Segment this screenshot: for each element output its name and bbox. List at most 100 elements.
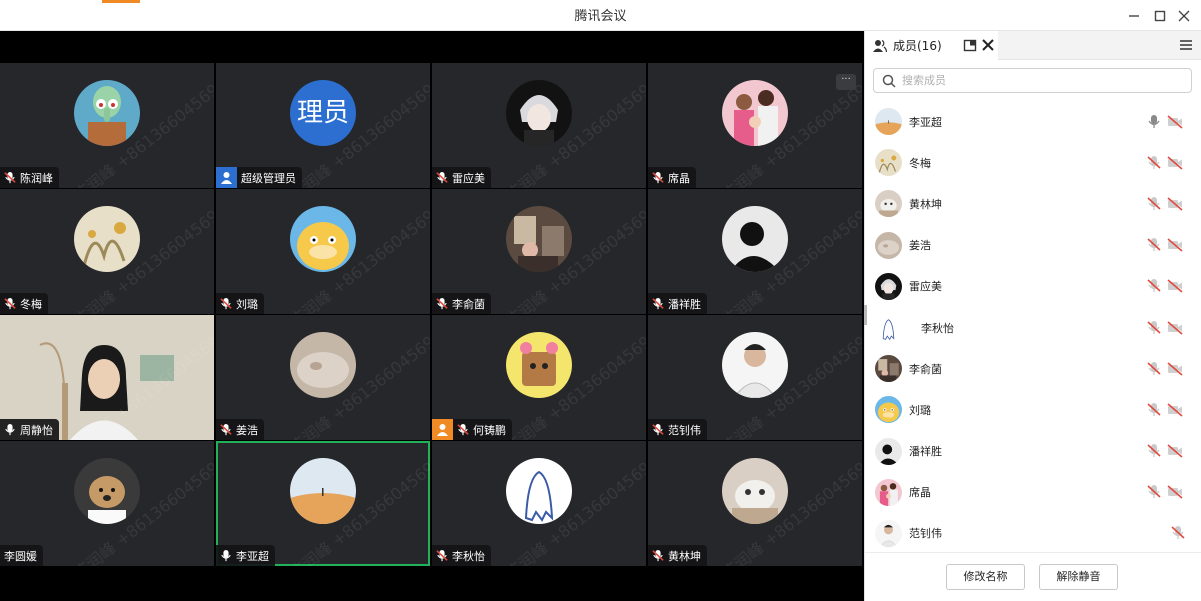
camera-off-icon[interactable]	[1167, 485, 1183, 499]
participant-name: 雷应美	[452, 171, 485, 185]
mic-muted-icon[interactable]	[1147, 484, 1161, 500]
video-tile[interactable]: 陈润峰 +8613660456973 黄林坤	[648, 441, 862, 566]
more-options-button[interactable]: ···	[836, 74, 856, 90]
avatar	[506, 332, 572, 398]
participant-name: 李亚超	[236, 549, 269, 563]
camera-off-icon[interactable]	[1167, 403, 1183, 417]
mic-muted-icon[interactable]	[1147, 402, 1161, 418]
member-name: 李俞菌	[909, 362, 942, 376]
participant-name: 冬梅	[20, 297, 42, 311]
participant-name-tag: 李俞菌	[432, 293, 491, 314]
window-title: 腾讯会议	[574, 9, 627, 24]
member-avatar	[875, 396, 902, 424]
video-tile[interactable]: 陈润峰 +8613660456973 陈润峰	[0, 63, 214, 188]
camera-off-icon[interactable]	[1167, 114, 1183, 129]
member-row[interactable]: 李俞菌	[865, 348, 1201, 389]
avatar	[722, 206, 788, 272]
video-tile[interactable]: 陈润峰 +8613660456973 冬梅	[0, 189, 214, 314]
participant-name: 范钊伟	[668, 423, 701, 437]
member-search[interactable]	[873, 68, 1192, 93]
member-list: 李亚超冬梅黄林坤姜浩雷应美 李秋怡李俞菌刘璐潘祥胜席晶范钊伟	[865, 101, 1201, 554]
close-window-button[interactable]	[1174, 6, 1194, 26]
member-row[interactable]: 冬梅	[865, 142, 1201, 183]
avatar	[506, 458, 572, 524]
mic-muted-icon	[652, 549, 664, 561]
member-name: 冬梅	[909, 156, 931, 170]
member-avatar	[875, 231, 902, 259]
member-row[interactable]: 雷应美	[865, 266, 1201, 307]
participant-name: 刘璐	[236, 297, 258, 311]
member-avatar	[875, 190, 902, 218]
mic-muted-icon[interactable]	[1147, 196, 1161, 212]
user-icon	[432, 419, 453, 440]
participant-name: 陈润峰	[20, 171, 53, 185]
mic-muted-icon[interactable]	[1147, 443, 1161, 459]
participant-name-tag: 李圆媛	[0, 545, 43, 566]
member-panel-footer: 修改名称 解除静音	[865, 552, 1201, 601]
video-tile[interactable]: 陈润峰 +8613660456973 范钊伟	[648, 315, 862, 440]
mic-muted-icon	[220, 297, 232, 309]
camera-off-icon[interactable]	[1167, 238, 1183, 252]
camera-off-icon[interactable]	[1167, 197, 1183, 211]
panel-resize-handle[interactable]	[864, 305, 867, 325]
participant-name: 李圆媛	[4, 549, 37, 563]
participant-name-tag: 李秋怡	[432, 545, 491, 566]
video-tile[interactable]: 陈润峰 +8613660456973 李俞菌	[432, 189, 646, 314]
camera-off-icon[interactable]	[1167, 156, 1183, 170]
search-input[interactable]	[902, 69, 1182, 92]
menu-icon[interactable]	[1179, 38, 1193, 52]
member-row[interactable]: 姜浩	[865, 225, 1201, 266]
maximize-button[interactable]	[1150, 6, 1170, 26]
video-tile[interactable]: 陈润峰 +8613660456973周静怡	[0, 315, 214, 440]
mic-icon[interactable]	[1147, 114, 1161, 130]
video-tile[interactable]: 陈润峰 +8613660456973 李圆媛	[0, 441, 214, 566]
avatar	[74, 80, 140, 146]
video-tile[interactable]: 陈润峰 +8613660456973 刘璐	[216, 189, 430, 314]
mic-muted-icon[interactable]	[1147, 361, 1161, 377]
unmute-all-button[interactable]: 解除静音	[1039, 564, 1118, 590]
video-tile[interactable]: 陈润峰 +8613660456973 姜浩	[216, 315, 430, 440]
mic-muted-icon[interactable]	[1147, 237, 1161, 253]
tab-members[interactable]: 成员(16)	[865, 31, 998, 60]
video-tile[interactable]: 陈润峰 +8613660456973 李秋怡	[432, 441, 646, 566]
mic-muted-icon[interactable]	[1147, 155, 1161, 171]
video-tile[interactable]: 陈润峰 +8613660456973 李亚超	[216, 441, 430, 566]
members-icon	[873, 39, 887, 52]
mic-muted-icon[interactable]	[1147, 278, 1161, 294]
mic-muted-icon[interactable]	[1171, 525, 1185, 541]
member-row[interactable]: 李亚超	[865, 101, 1201, 142]
member-avatar	[875, 437, 902, 465]
camera-off-icon[interactable]	[1167, 320, 1183, 335]
member-name: 刘璐	[909, 403, 931, 417]
minimize-button[interactable]	[1124, 6, 1144, 26]
member-row[interactable]: 席晶	[865, 472, 1201, 513]
member-row[interactable]: 黄林坤	[865, 183, 1201, 224]
member-row[interactable]: 范钊伟	[865, 513, 1201, 554]
video-tile[interactable]: 陈润峰 +8613660456973 席晶	[648, 63, 862, 188]
video-tile[interactable]: 陈润峰 +8613660456973 雷应美	[432, 63, 646, 188]
camera-off-icon[interactable]	[1167, 444, 1183, 458]
rename-button[interactable]: 修改名称	[946, 564, 1025, 590]
participant-name-tag: 席晶	[648, 167, 696, 188]
video-tile[interactable]: 理员 陈润峰 +8613660456973 超级管理员	[216, 63, 430, 188]
close-panel-icon[interactable]	[981, 37, 995, 53]
mic-muted-icon[interactable]	[1147, 320, 1161, 336]
camera-off-icon[interactable]	[1167, 279, 1183, 293]
mic-muted-icon	[220, 423, 232, 435]
mic-muted-icon	[436, 171, 448, 183]
popout-icon[interactable]	[963, 38, 977, 52]
camera-off-icon[interactable]	[1167, 362, 1183, 376]
video-tile[interactable]: 陈润峰 +8613660456973 何铸鹏	[432, 315, 646, 440]
member-row[interactable]: 李秋怡	[865, 307, 1201, 348]
member-name: 姜浩	[909, 239, 931, 253]
member-row[interactable]: 潘祥胜	[865, 431, 1201, 472]
member-row[interactable]: 刘璐	[865, 389, 1201, 430]
mic-muted-icon	[436, 297, 448, 309]
member-name: 潘祥胜	[909, 445, 942, 459]
video-tile[interactable]: 陈润峰 +8613660456973 潘祥胜	[648, 189, 862, 314]
member-avatar	[875, 519, 902, 547]
participant-name-tag: 刘璐	[216, 293, 264, 314]
participant-name-tag: 潘祥胜	[648, 293, 707, 314]
member-name: 范钊伟	[909, 527, 942, 541]
search-icon	[882, 74, 896, 88]
